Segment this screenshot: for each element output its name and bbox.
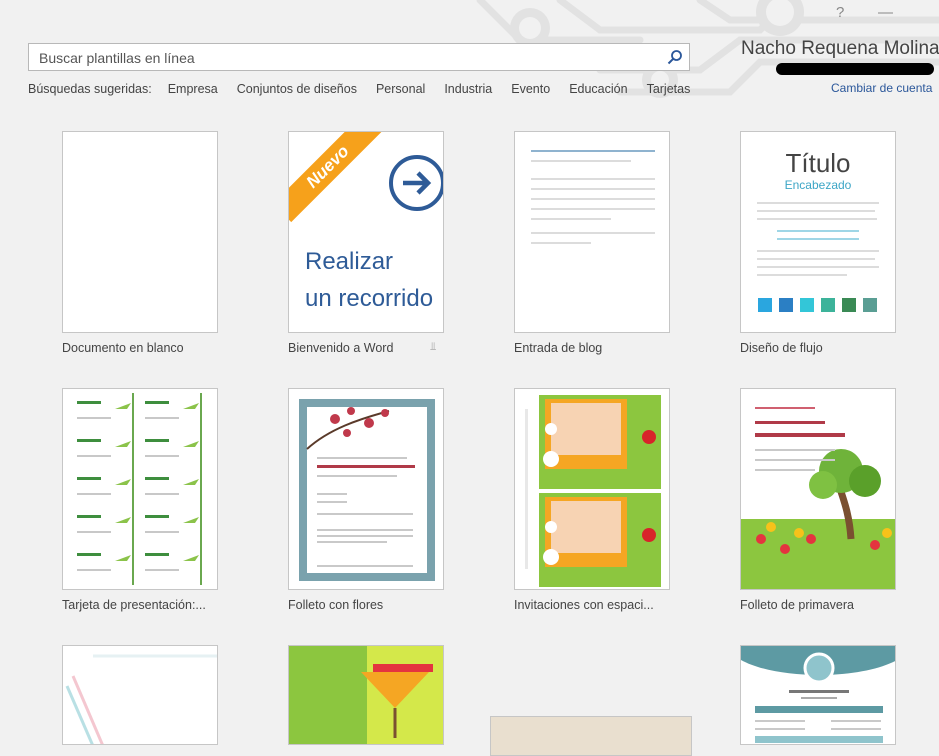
lines-illustration: [65, 654, 217, 744]
spring-flyer-illustration: [741, 407, 895, 589]
color-swatch: [821, 298, 835, 312]
template-thumbnail: Nuevo Realizar un recorrido: [288, 131, 444, 333]
template-caption: Bienvenido a Word: [288, 341, 394, 355]
suggestion-conjuntos[interactable]: Conjuntos de diseños: [237, 82, 357, 96]
account-name: Nacho Requena Molina: [741, 38, 939, 59]
suggestion-evento[interactable]: Evento: [511, 82, 550, 96]
template-caption: Entrada de blog: [514, 341, 603, 355]
suggestion-industria[interactable]: Industria: [444, 82, 492, 96]
invitation-illustration: [525, 395, 661, 587]
template-thumbnail: [288, 645, 444, 745]
color-swatch: [863, 298, 877, 312]
template-caption: Tarjeta de presentación:...: [62, 598, 206, 612]
flower-flyer-illustration: [299, 399, 435, 581]
color-swatch: [779, 298, 793, 312]
tour-line-1: Realizar: [305, 248, 394, 275]
suggested-searches-label: Búsquedas sugeridas:: [28, 82, 152, 96]
tour-line-2: un recorrido: [305, 285, 434, 312]
color-swatch: [842, 298, 856, 312]
template-thumbnail: Título Encabezado: [740, 131, 896, 333]
color-swatch: [800, 298, 814, 312]
redacted-email: [776, 63, 934, 75]
suggestion-educacion[interactable]: Educación: [569, 82, 627, 96]
change-account-link[interactable]: Cambiar de cuenta: [831, 81, 932, 95]
bamboo-cards-illustration: [77, 393, 202, 585]
template-thumbnail: [740, 388, 896, 590]
template-thumbnail: [740, 645, 896, 745]
template-caption: Invitaciones con espaci...: [514, 598, 654, 612]
cocktail-illustration: [361, 646, 443, 744]
template-thumbnail: [62, 131, 218, 333]
sample-title: Título: [785, 148, 851, 178]
minimize-button[interactable]: —: [878, 4, 893, 21]
template-thumbnail: [514, 131, 670, 333]
search-input[interactable]: [37, 48, 661, 68]
suggestion-tarjetas[interactable]: Tarjetas: [647, 82, 691, 96]
help-button[interactable]: ?: [836, 4, 844, 21]
template-thumbnail: [62, 388, 218, 590]
template-caption: Folleto con flores: [288, 598, 384, 612]
suggested-searches: Búsquedas sugeridas: Empresa Conjuntos d…: [28, 82, 709, 96]
template-thumbnail: [514, 388, 670, 590]
template-thumbnail: [490, 716, 692, 756]
arrow-right-circle-icon: [389, 155, 443, 211]
template-thumbnail: [288, 388, 444, 590]
template-caption: Documento en blanco: [62, 341, 184, 355]
pin-icon[interactable]: ⫫: [430, 341, 436, 354]
search-box: [28, 43, 690, 71]
template-caption: Diseño de flujo: [740, 341, 823, 355]
new-badge: Nuevo: [289, 132, 384, 223]
template-caption: Folleto de primavera: [740, 598, 854, 612]
suggestion-empresa[interactable]: Empresa: [168, 82, 218, 96]
suggestion-personal[interactable]: Personal: [376, 82, 425, 96]
sample-subtitle: Encabezado: [784, 178, 852, 192]
color-swatch: [758, 298, 772, 312]
resume-illustration: [741, 646, 895, 743]
search-icon[interactable]: [667, 49, 683, 70]
template-thumbnail: [62, 645, 218, 745]
